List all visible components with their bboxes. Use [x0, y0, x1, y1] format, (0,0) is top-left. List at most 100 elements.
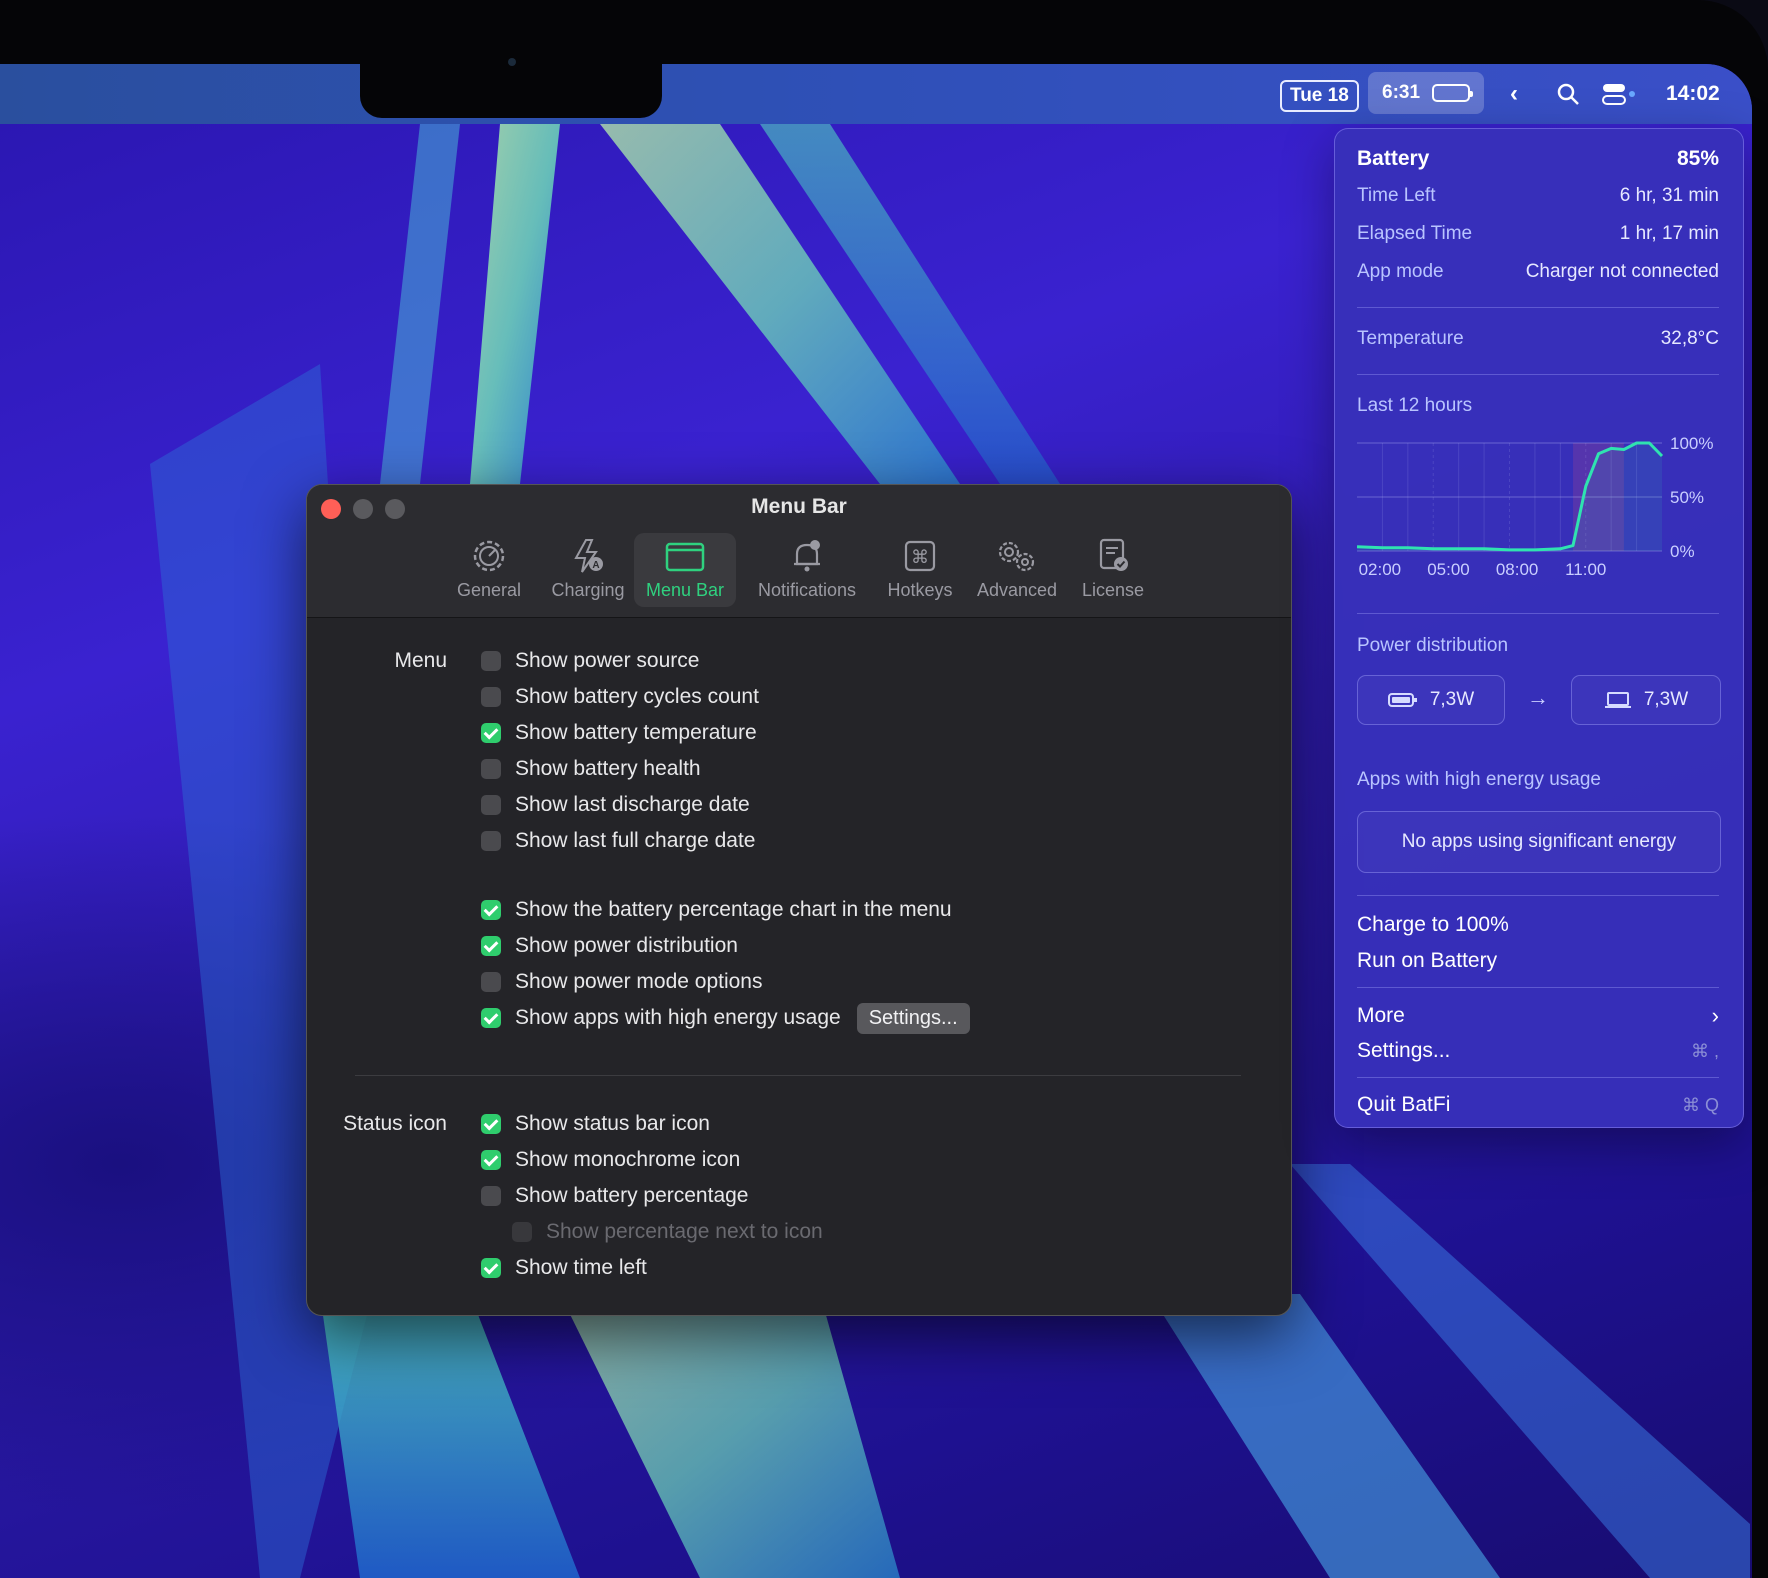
menu-section-label: Menu [394, 649, 447, 672]
svg-text:A: A [592, 560, 599, 571]
menubar-battery[interactable]: 6:31 [1368, 72, 1485, 114]
divider [1357, 1077, 1719, 1078]
option-show-high-energy-apps[interactable]: Show apps with high energy usage Settings… [481, 1002, 970, 1034]
option-show-percentage-next-to-icon: Show percentage next to icon [512, 1216, 823, 1248]
checkbox[interactable] [481, 936, 501, 956]
time-left-row: Time Left 6 hr, 31 min [1357, 185, 1719, 206]
menubar-clock[interactable]: 14:02 [1666, 64, 1720, 124]
section-divider [355, 1075, 1241, 1076]
option-show-last-full-charge[interactable]: Show last full charge date [481, 825, 755, 857]
tab-advanced[interactable]: Advanced [967, 533, 1067, 607]
checkbox[interactable] [481, 795, 501, 815]
y-tick-label: 100% [1670, 434, 1713, 453]
arrow-right-icon: → [1527, 685, 1549, 710]
camera [508, 58, 516, 66]
menu-bar: Tue 18 6:31 ‹ 14:02 [0, 64, 1752, 124]
charge-to-100-action[interactable]: Charge to 100% [1357, 913, 1719, 937]
tab-label: Menu Bar [645, 580, 725, 600]
tab-license[interactable]: License [1073, 533, 1153, 607]
run-on-battery-action[interactable]: Run on Battery [1357, 949, 1719, 973]
checkbox[interactable] [481, 831, 501, 851]
option-show-battery-percentage[interactable]: Show battery percentage [481, 1180, 748, 1212]
bell-icon [794, 540, 820, 572]
chevron-right-icon: › [1711, 1003, 1719, 1028]
tab-notifications[interactable]: Notifications [745, 533, 869, 607]
divider [1357, 895, 1719, 896]
tab-menu-bar[interactable]: Menu Bar [634, 533, 736, 607]
checkbox [512, 1222, 532, 1242]
x-tick-label: 02:00 [1359, 560, 1402, 579]
battery-percent: 85% [1676, 147, 1719, 170]
option-show-battery-temperature[interactable]: Show battery temperature [481, 717, 757, 749]
tab-charging[interactable]: A Charging [541, 533, 635, 607]
x-tick-label: 05:00 [1427, 560, 1470, 579]
menubar-battery-time: 6:31 [1382, 82, 1421, 103]
settings-action[interactable]: Settings... ⌘ , [1357, 1039, 1719, 1063]
checkbox[interactable] [481, 1186, 501, 1206]
search-icon[interactable] [1556, 64, 1580, 124]
option-show-time-left[interactable]: Show time left [481, 1252, 647, 1284]
divider [1357, 374, 1719, 375]
laptop-icon [1604, 692, 1631, 708]
energy-settings-button[interactable]: Settings... [856, 1002, 970, 1034]
app-mode-row: App mode Charger not connected [1357, 261, 1719, 282]
power-out-value: 7,3W [1643, 689, 1689, 710]
command-key-icon: ⌘ [904, 540, 936, 572]
checkbox[interactable] [481, 1258, 501, 1278]
battery-popover: Battery 85% Time Left 6 hr, 31 min Elapse… [1334, 128, 1744, 1128]
battery-header: Battery 85% [1357, 147, 1719, 171]
checkbox[interactable] [481, 1008, 501, 1028]
battery-icon [1432, 84, 1474, 102]
menubar-icon [665, 542, 705, 572]
divider [1357, 613, 1719, 614]
power-in-box: 7,3W [1357, 675, 1505, 725]
menubar-date[interactable]: Tue 18 [1280, 80, 1359, 112]
y-tick-label: 50% [1670, 488, 1704, 507]
no-apps-message: No apps using significant energy [1357, 811, 1721, 873]
y-tick-label: 0% [1670, 542, 1695, 561]
checkbox[interactable] [481, 1150, 501, 1170]
battery-title: Battery [1357, 147, 1430, 170]
license-icon [1099, 538, 1128, 571]
option-show-power-mode[interactable]: Show power mode options [481, 966, 762, 998]
option-show-monochrome-icon[interactable]: Show monochrome icon [481, 1144, 740, 1176]
option-show-last-discharge[interactable]: Show last discharge date [481, 789, 750, 821]
tab-label: License [1081, 580, 1145, 600]
option-show-battery-cycles[interactable]: Show battery cycles count [481, 681, 759, 713]
gears-icon [998, 541, 1035, 572]
elapsed-time-row: Elapsed Time 1 hr, 17 min [1357, 223, 1719, 244]
checkbox[interactable] [481, 1114, 501, 1134]
divider [1357, 987, 1719, 988]
checkbox[interactable] [481, 972, 501, 992]
chart-label: Last 12 hours [1357, 395, 1473, 416]
checkbox[interactable] [481, 687, 501, 707]
option-show-battery-health[interactable]: Show battery health [481, 753, 701, 785]
high-energy-apps-label: Apps with high energy usage [1357, 769, 1601, 790]
chevron-left-icon[interactable]: ‹ [1510, 64, 1518, 124]
tab-label: General [456, 580, 522, 600]
checkbox[interactable] [481, 900, 501, 920]
option-show-status-bar-icon[interactable]: Show status bar icon [481, 1108, 710, 1140]
tab-label: Advanced [976, 580, 1058, 600]
tab-general[interactable]: General [447, 533, 531, 607]
control-center-icon[interactable] [1602, 64, 1638, 124]
bolt-icon: A [574, 539, 603, 573]
x-tick-label: 08:00 [1496, 560, 1539, 579]
settings-window: Menu Bar General A Charging Menu Bar Not… [306, 484, 1292, 1316]
option-show-power-distribution[interactable]: Show power distribution [481, 930, 738, 962]
more-action[interactable]: More › [1357, 1003, 1719, 1029]
status-section-label: Status icon [343, 1112, 447, 1135]
checkbox[interactable] [481, 651, 501, 671]
option-show-power-source[interactable]: Show power source [481, 645, 699, 677]
tab-hotkeys[interactable]: ⌘ Hotkeys [879, 533, 961, 607]
battery-icon [1387, 693, 1417, 707]
checkbox[interactable] [481, 723, 501, 743]
option-show-percentage-chart[interactable]: Show the battery percentage chart in the… [481, 894, 952, 926]
quit-action[interactable]: Quit BatFi ⌘ Q [1357, 1093, 1719, 1117]
x-tick-label: 11:00 [1565, 560, 1606, 579]
svg-text:⌘: ⌘ [911, 547, 929, 568]
power-distribution-label: Power distribution [1357, 635, 1509, 656]
tab-label: Hotkeys [887, 580, 953, 600]
gear-icon [473, 540, 505, 572]
checkbox[interactable] [481, 759, 501, 779]
